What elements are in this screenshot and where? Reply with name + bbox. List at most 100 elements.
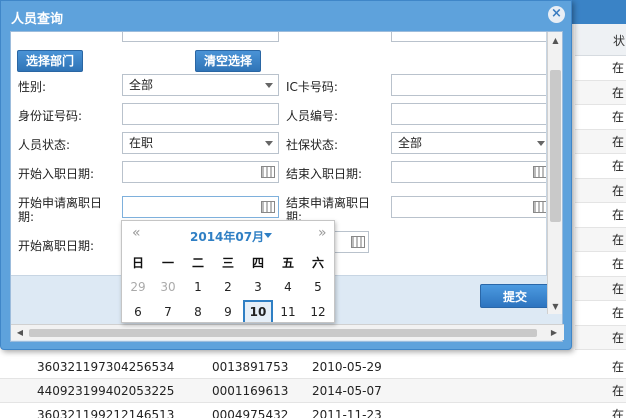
calendar-day[interactable]: 8 <box>183 300 213 322</box>
top-clipped-input[interactable] <box>122 32 279 42</box>
weekday-header: 五 <box>281 256 294 270</box>
clear-selection-button[interactable]: 清空选择 <box>195 50 262 72</box>
weekday-header: 四 <box>251 256 264 270</box>
chevron-down-icon <box>265 83 273 88</box>
status-cell: 在 <box>575 129 626 154</box>
weekday-header: 六 <box>311 256 324 270</box>
code-cell: 0013891753 <box>212 360 289 374</box>
chevron-down-icon <box>537 141 545 146</box>
calendar-day[interactable]: 6 <box>123 300 153 322</box>
status-cell: 在 <box>575 56 626 81</box>
id-cell: 360321199212146513 <box>37 408 175 418</box>
hire-end-date-input[interactable] <box>391 161 546 183</box>
status-column-header-label: 状 <box>613 34 626 48</box>
id-cell: 360321197304256534 <box>37 360 175 374</box>
calendar-day[interactable]: 30 <box>153 275 183 299</box>
previous-month-icon[interactable]: « <box>132 225 141 241</box>
gender-label: 性别: <box>18 80 47 94</box>
status-cell: 在 <box>612 408 625 418</box>
staff-status-value: 在职 <box>129 136 154 150</box>
status-cell: 在 <box>575 325 626 350</box>
next-month-icon[interactable]: » <box>318 225 327 241</box>
calendar-day[interactable]: 4 <box>273 275 303 299</box>
ic-card-label: IC卡号码: <box>286 80 338 94</box>
status-column-cells: 在 在 在 在 在 在 在 在 在 在 在 在 <box>575 56 626 350</box>
calendar-icon[interactable] <box>533 201 546 213</box>
status-cell: 在 <box>575 301 626 326</box>
weekday-header: 三 <box>221 256 234 270</box>
top-clipped-input-right[interactable] <box>391 32 546 42</box>
calendar-day[interactable]: 9 <box>213 300 243 322</box>
id-cell: 440923199402053225 <box>37 384 175 398</box>
apply-leave-end-date-input[interactable] <box>391 196 546 218</box>
calendar-day[interactable]: 5 <box>303 275 333 299</box>
month-selector[interactable]: 2014年07月 <box>190 228 264 245</box>
table-row[interactable]: 440923199402053225 0001169613 2014-05-07… <box>0 379 626 403</box>
status-cell: 在 <box>612 360 625 374</box>
gender-select-value: 全部 <box>129 78 154 92</box>
calendar-icon[interactable] <box>351 236 365 248</box>
calendar-icon[interactable] <box>261 201 275 213</box>
code-cell: 0001169613 <box>212 384 289 398</box>
weekday-header: 日 <box>131 256 144 270</box>
calendar-icon[interactable] <box>261 166 275 178</box>
chevron-down-icon[interactable] <box>264 233 272 238</box>
date-picker-popup: « 2014年07月 » 日 一 二 三 四 五 六 29 30 1 2 3 4… <box>121 220 335 323</box>
staff-status-select[interactable]: 在职 <box>122 132 279 154</box>
weekday-header: 二 <box>191 256 204 270</box>
scrollbar-thumb[interactable] <box>550 70 561 222</box>
calendar-day[interactable]: 2 <box>213 275 243 299</box>
calendar-icon[interactable] <box>533 166 546 178</box>
code-cell: 0004975432 <box>212 408 289 418</box>
apply-leave-start-date-input[interactable] <box>122 196 279 218</box>
hire-end-date-label: 结束入职日期: <box>286 167 363 181</box>
table-row[interactable]: 360321199212146513 0004975432 2011-11-23… <box>0 403 626 418</box>
scroll-down-icon[interactable]: ▼ <box>548 300 563 314</box>
calendar-day[interactable]: 3 <box>243 275 273 299</box>
date-cell: 2014-05-07 <box>312 384 382 398</box>
calendar-day[interactable]: 29 <box>123 275 153 299</box>
hire-start-date-input[interactable] <box>122 161 279 183</box>
scroll-up-icon[interactable]: ▲ <box>548 34 563 48</box>
calendar-day[interactable]: 1 <box>183 275 213 299</box>
calendar-day-today[interactable]: 10 <box>243 300 273 322</box>
calendar-day[interactable]: 11 <box>273 300 303 322</box>
status-column-header[interactable]: 状 <box>575 24 626 56</box>
status-cell: 在 <box>575 252 626 277</box>
horizontal-scrollbar[interactable]: ◀ ▶ <box>11 324 564 340</box>
calendar-day[interactable]: 12 <box>303 300 333 322</box>
select-department-button[interactable]: 选择部门 <box>17 50 84 72</box>
status-cell: 在 <box>612 384 625 398</box>
weekday-header: 一 <box>161 256 174 270</box>
scroll-right-icon[interactable]: ▶ <box>547 325 561 341</box>
hire-start-date-label: 开始入职日期: <box>18 167 95 181</box>
vertical-scrollbar[interactable]: ▲ ▼ <box>547 32 562 314</box>
chevron-down-icon <box>265 141 273 146</box>
social-security-label: 社保状态: <box>286 138 339 152</box>
staff-query-dialog: 人员查询 × 选择部门 清空选择 性别: 全部 IC卡号码: 身份证号码: 人员… <box>0 0 572 350</box>
scroll-left-icon[interactable]: ◀ <box>13 325 27 341</box>
staff-number-input[interactable] <box>391 103 546 125</box>
ic-card-input[interactable] <box>391 74 546 96</box>
close-icon[interactable]: × <box>548 6 565 23</box>
date-cell: 2011-11-23 <box>312 408 382 418</box>
table-row[interactable]: 360321197304256534 0013891753 2010-05-29… <box>0 355 626 379</box>
staff-number-label: 人员编号: <box>286 109 339 123</box>
calendar-day[interactable]: 7 <box>153 300 183 322</box>
status-cell: 在 <box>575 80 626 105</box>
status-cell: 在 <box>575 154 626 179</box>
leave-start-date-label: 开始离职日期: <box>18 239 95 253</box>
scrollbar-thumb[interactable] <box>29 329 537 337</box>
social-security-value: 全部 <box>398 136 423 150</box>
staff-status-label: 人员状态: <box>18 138 71 152</box>
date-picker-header: « 2014年07月 » <box>122 221 334 249</box>
gender-select[interactable]: 全部 <box>122 74 279 96</box>
id-card-input[interactable] <box>122 103 279 125</box>
status-cell: 在 <box>575 227 626 252</box>
dialog-title: 人员查询 <box>11 12 64 27</box>
status-cell: 在 <box>575 178 626 203</box>
apply-leave-start-label-2: 期: <box>18 210 35 224</box>
submit-button[interactable]: 提交 <box>480 284 550 308</box>
id-card-label: 身份证号码: <box>18 109 83 123</box>
social-security-select[interactable]: 全部 <box>391 132 546 154</box>
